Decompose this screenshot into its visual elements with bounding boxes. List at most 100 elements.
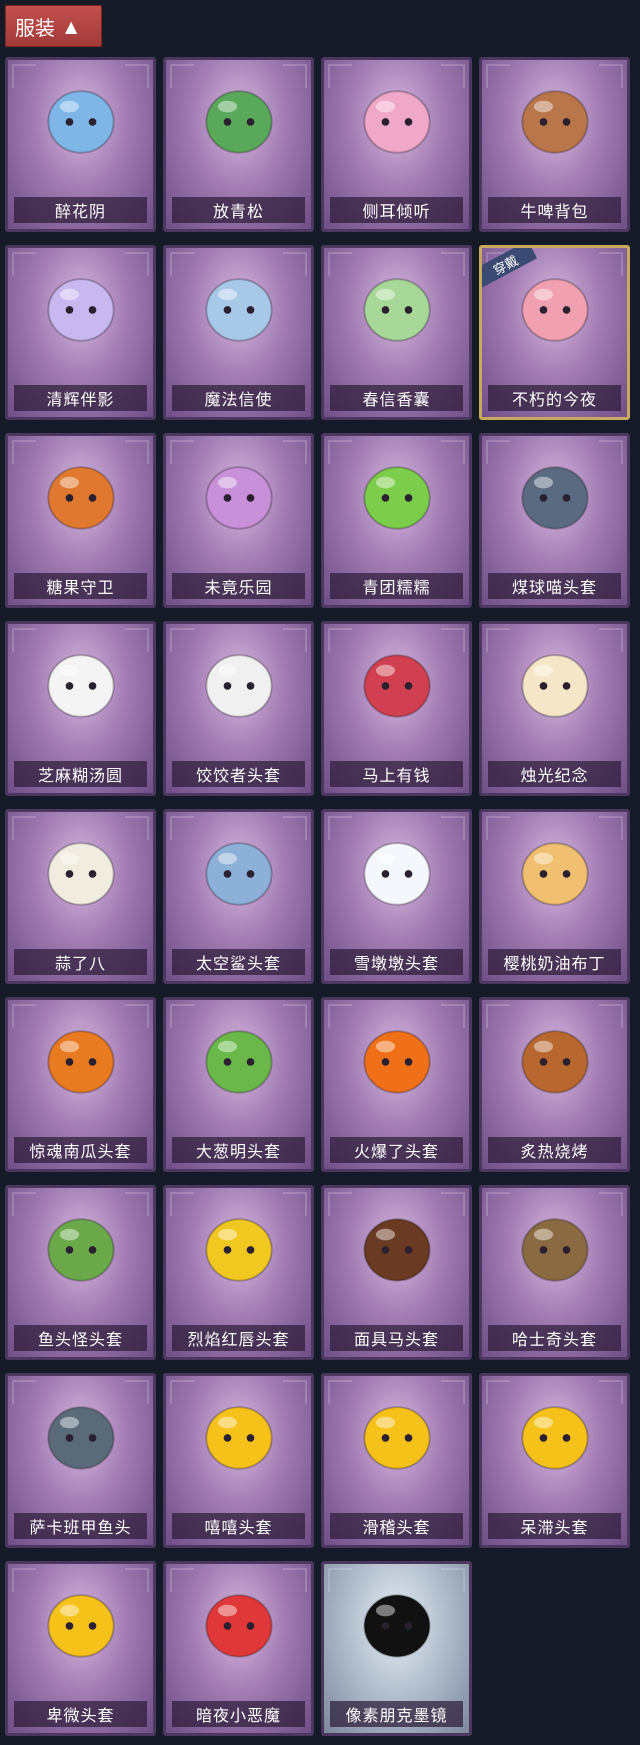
little-devil-icon <box>204 1594 273 1658</box>
frame-ornament <box>599 628 623 652</box>
costume-name: 太空鲨头套 <box>172 949 305 975</box>
green-sachet-icon <box>362 278 431 342</box>
costume-name: 面具马头套 <box>330 1325 463 1351</box>
costume-name: 烈焰红唇头套 <box>172 1325 305 1351</box>
frame-ornament <box>125 1568 149 1592</box>
costume-card[interactable]: 穿戴 不朽的今夜 <box>479 245 630 420</box>
costume-card[interactable]: 嘻嘻头套 <box>163 1373 314 1548</box>
costume-card[interactable]: 火爆了头套 <box>321 997 472 1172</box>
costume-name: 马上有钱 <box>330 761 463 787</box>
frame-ornament <box>441 252 465 276</box>
costume-card[interactable]: 芝麻糊汤圆 <box>5 621 156 796</box>
pixel-sunglasses-icon <box>362 1594 431 1658</box>
frame-ornament <box>599 64 623 88</box>
costume-grid: 醉花阴 放青松 侧耳倾听 牛啤背包清辉伴影 魔法信使 春信香囊 穿戴 不朽的今夜糖果守卫 未竟乐… <box>5 57 630 1736</box>
husky-sunglasses-icon <box>520 1218 589 1282</box>
costume-name: 像素朋克墨镜 <box>330 1701 463 1727</box>
frame-ornament <box>283 64 307 88</box>
frame-ornament <box>441 1192 465 1216</box>
costume-name: 清辉伴影 <box>14 385 147 411</box>
costume-card[interactable]: 烈焰红唇头套 <box>163 1185 314 1360</box>
frame-ornament <box>441 1380 465 1404</box>
moon-girl-figure-icon <box>46 278 115 342</box>
costume-card[interactable]: 哈士奇头套 <box>479 1185 630 1360</box>
costume-section-toggle[interactable]: 服装 ▲ <box>5 5 102 47</box>
costume-card[interactable]: 魔法信使 <box>163 245 314 420</box>
costume-name: 芝麻糊汤圆 <box>14 761 147 787</box>
sacabambaspis-head-icon <box>46 1406 115 1470</box>
white-dumpling-icon <box>46 654 115 718</box>
pumpkin-scarecrow-icon <box>46 466 115 530</box>
costume-name: 侧耳倾听 <box>330 197 463 223</box>
frame-ornament <box>599 440 623 464</box>
costume-card[interactable]: 春信香囊 <box>321 245 472 420</box>
costume-card[interactable]: 侧耳倾听 <box>321 57 472 232</box>
costume-card[interactable]: 暗夜小恶魔 <box>163 1561 314 1736</box>
costume-name: 烛光纪念 <box>488 761 621 787</box>
costume-card[interactable]: 太空鲨头套 <box>163 809 314 984</box>
costume-card[interactable]: 清辉伴影 <box>5 245 156 420</box>
scallion-head-icon <box>204 1030 273 1094</box>
frame-ornament <box>125 628 149 652</box>
costume-card[interactable]: 饺饺者头套 <box>163 621 314 796</box>
costume-card[interactable]: 牛啤背包 <box>479 57 630 232</box>
potted-pine-icon <box>204 90 273 154</box>
lotus-wreath-icon <box>362 90 431 154</box>
costume-card[interactable]: 糖果守卫 <box>5 433 156 608</box>
costume-card[interactable]: 萨卡班甲鱼头 <box>5 1373 156 1548</box>
costume-name: 放青松 <box>172 197 305 223</box>
costume-name: 卑微头套 <box>14 1701 147 1727</box>
horse-mask-icon <box>362 1218 431 1282</box>
costume-name: 大葱明头套 <box>172 1137 305 1163</box>
costume-card[interactable]: 放青松 <box>163 57 314 232</box>
costume-name: 惊魂南瓜头套 <box>14 1137 147 1163</box>
costume-card[interactable]: 樱桃奶油布丁 <box>479 809 630 984</box>
jack-o-lantern-icon <box>46 1030 115 1094</box>
costume-name: 滑稽头套 <box>330 1513 463 1539</box>
frame-ornament <box>283 1004 307 1028</box>
costume-card[interactable]: 醉花阴 <box>5 57 156 232</box>
frame-ornament <box>125 1004 149 1028</box>
costume-name: 不朽的今夜 <box>488 385 621 411</box>
costume-card[interactable]: 惊魂南瓜头套 <box>5 997 156 1172</box>
costume-card[interactable]: 煤球喵头套 <box>479 433 630 608</box>
costume-name: 饺饺者头套 <box>172 761 305 787</box>
costume-name: 樱桃奶油布丁 <box>488 949 621 975</box>
costume-card[interactable]: 鱼头怪头套 <box>5 1185 156 1360</box>
costume-card[interactable]: 像素朋克墨镜 <box>321 1561 472 1736</box>
frame-ornament <box>599 1192 623 1216</box>
frame-ornament <box>125 64 149 88</box>
costume-card[interactable]: 青团糯糯 <box>321 433 472 608</box>
pudding-head-icon <box>520 842 589 906</box>
costume-card[interactable]: 未竟乐园 <box>163 433 314 608</box>
costume-card[interactable]: 炙热烧烤 <box>479 997 630 1172</box>
frame-ornament <box>441 64 465 88</box>
snowman-head-icon <box>362 842 431 906</box>
costume-card[interactable]: 烛光纪念 <box>479 621 630 796</box>
costume-name: 春信香囊 <box>330 385 463 411</box>
costume-card[interactable]: 蒜了八 <box>5 809 156 984</box>
yellow-mouse-sunglasses-icon <box>204 1218 273 1282</box>
frame-ornament <box>599 1380 623 1404</box>
costume-card[interactable]: 卑微头套 <box>5 1561 156 1736</box>
costume-card[interactable]: 面具马头套 <box>321 1185 472 1360</box>
costume-name: 鱼头怪头套 <box>14 1325 147 1351</box>
frame-ornament <box>599 1004 623 1028</box>
costume-name: 煤球喵头套 <box>488 573 621 599</box>
red-horse-head-icon <box>362 654 431 718</box>
costume-name: 萨卡班甲鱼头 <box>14 1513 147 1539</box>
clown-girl-icon <box>204 466 273 530</box>
grin-emoji-icon <box>204 1406 273 1470</box>
costume-card[interactable]: 马上有钱 <box>321 621 472 796</box>
costume-card[interactable]: 滑稽头套 <box>321 1373 472 1548</box>
costume-card[interactable]: 大葱明头套 <box>163 997 314 1172</box>
frame-ornament <box>599 252 623 276</box>
costume-card[interactable]: 雪墩墩头套 <box>321 809 472 984</box>
frame-ornament <box>441 1568 465 1592</box>
costume-card[interactable]: 呆滞头套 <box>479 1373 630 1548</box>
green-mochi-icon <box>362 466 431 530</box>
frame-ornament <box>283 628 307 652</box>
costume-name: 炙热烧烤 <box>488 1137 621 1163</box>
frame-ornament <box>125 1380 149 1404</box>
costume-name: 牛啤背包 <box>488 197 621 223</box>
